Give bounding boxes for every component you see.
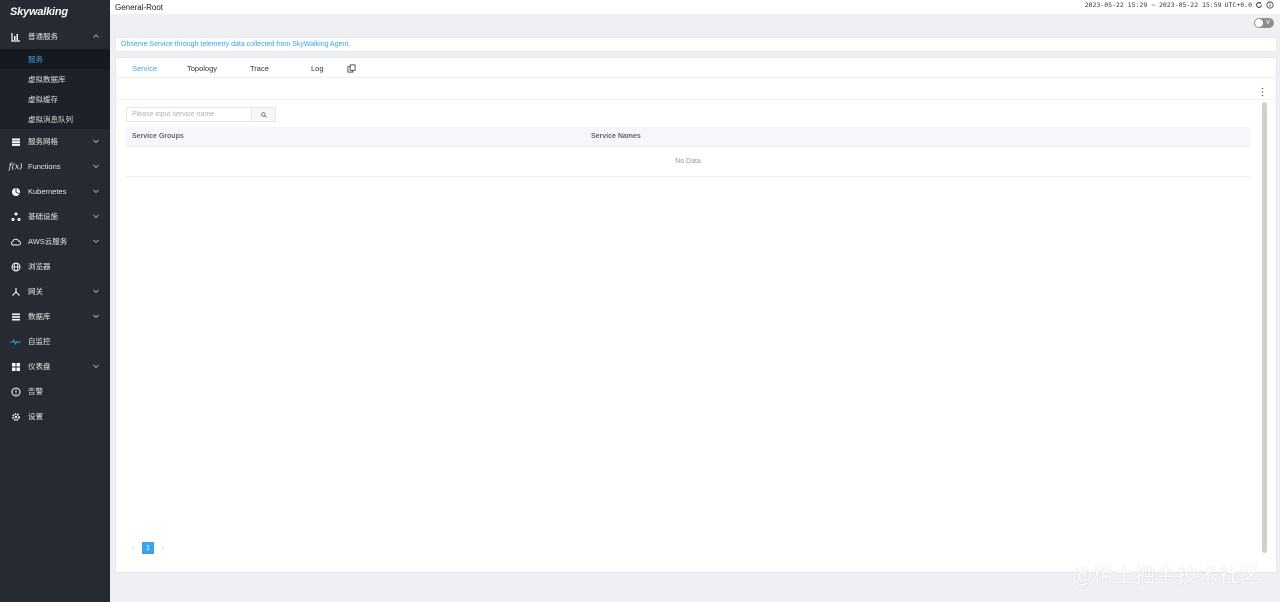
sidebar-item-label: 自监控 [28, 337, 51, 346]
chevron-down-icon [93, 364, 99, 369]
sidebar-subitem-service[interactable]: 服务 [0, 49, 110, 69]
function-icon: f(x) [8, 162, 23, 171]
copy-icon[interactable] [347, 64, 356, 73]
info-icon[interactable] [1266, 1, 1274, 9]
sidebar-item-label: AWS云服务 [28, 237, 68, 246]
sidebar-item-kubernetes[interactable]: Kubernetes [0, 179, 110, 204]
page-title: General-Root [115, 2, 164, 12]
sidebar-subitem-virtual-database[interactable]: 虚拟数据库 [0, 69, 110, 89]
sidebar-item-label: 告警 [28, 387, 43, 396]
sidebar-item-gateway[interactable]: 网关 [0, 279, 110, 304]
sidebar-item-service-mesh[interactable]: 服务网格 [0, 129, 110, 154]
view-mode-toggle[interactable]: V [1254, 18, 1274, 28]
top-bar: General-Root 2023-05-22 15:29 ~ 2023-05-… [110, 0, 1280, 14]
column-header-service-names: Service Names [591, 133, 641, 140]
empty-text: No Data [675, 158, 701, 165]
chevron-down-icon [93, 164, 99, 169]
table-header: Service Groups Service Names [126, 127, 1250, 147]
sidebar-item-self-monitor[interactable]: 自监控 [0, 329, 110, 354]
chevron-down-icon [93, 214, 99, 219]
sidebar-item-label: 基础设施 [28, 212, 58, 221]
sidebar-subitem-virtual-mq[interactable]: 虚拟消息队列 [0, 109, 110, 129]
services-table: Service Groups Service Names No Data [126, 127, 1250, 177]
sidebar-subitem-virtual-cache[interactable]: 虚拟缓存 [0, 89, 110, 109]
sidebar-submenu: 服务 虚拟数据库 虚拟缓存 虚拟消息队列 [0, 49, 110, 129]
toggle-knob [1255, 19, 1263, 27]
sidebar-item-general-service[interactable]: 普通服务 [0, 24, 110, 49]
sidebar-item-functions[interactable]: f(x) Functions [0, 154, 110, 179]
chevron-down-icon [93, 314, 99, 319]
sidebar-item-label: 浏览器 [28, 262, 51, 271]
gateway-icon [10, 286, 21, 297]
layers-icon [10, 136, 21, 147]
tab-bar: Service Topology Trace Log [116, 58, 1276, 78]
sidebar-item-label: 数据库 [28, 312, 51, 321]
chevron-up-icon [93, 34, 99, 38]
sidebar-item-label: Kubernetes [28, 187, 67, 196]
alert-icon [10, 386, 21, 397]
tab-topology[interactable]: Topology [187, 64, 217, 73]
app-logo[interactable]: Skywalking [0, 0, 110, 24]
page-number-current[interactable]: 1 [142, 542, 154, 554]
kubernetes-icon [10, 186, 21, 197]
sidebar-item-aws[interactable]: AWS云服务 [0, 229, 110, 254]
tab-trace[interactable]: Trace [250, 64, 269, 73]
watermark: @稀土掘金技术社区 [1072, 563, 1261, 587]
sidebar-item-label: 设置 [28, 412, 43, 421]
vertical-scrollbar[interactable] [1262, 102, 1267, 553]
cloud-icon [10, 236, 21, 247]
tab-log[interactable]: Log [311, 64, 324, 73]
sidebar-item-label: 普通服务 [28, 32, 58, 41]
sidebar-item-infrastructure[interactable]: 基础设施 [0, 204, 110, 229]
chart-bar-icon [10, 31, 21, 42]
sidebar-item-settings[interactable]: 设置 [0, 404, 110, 429]
tab-service[interactable]: Service [132, 64, 157, 73]
sidebar: Skywalking 普通服务 服务 虚拟数据库 虚拟缓存 虚拟消息队列 服务网… [0, 0, 110, 602]
divider [116, 99, 1276, 100]
sidebar-item-label: 服务网格 [28, 137, 58, 146]
sidebar-item-database[interactable]: 数据库 [0, 304, 110, 329]
time-range-area: 2023-05-22 15:29 ~ 2023-05-22 15:59 UTC+… [1085, 1, 1274, 9]
search-input[interactable] [127, 108, 251, 121]
nodes-icon [10, 211, 21, 222]
logo-text: Skywalking [10, 6, 68, 18]
main-panel: Service Topology Trace Log Service Group… [115, 57, 1277, 573]
chevron-down-icon [93, 289, 99, 294]
pagination: ‹ 1 › [127, 542, 169, 554]
more-options-icon[interactable] [1261, 87, 1264, 97]
chevron-down-icon [93, 139, 99, 144]
refresh-icon[interactable] [1255, 1, 1263, 9]
sidebar-item-alerts[interactable]: 告警 [0, 379, 110, 404]
column-header-service-groups: Service Groups [132, 133, 184, 140]
empty-state: No Data [126, 147, 1250, 177]
sidebar-item-dashboard[interactable]: 仪表盘 [0, 354, 110, 379]
globe-icon [10, 261, 21, 272]
self-monitor-icon [10, 336, 21, 347]
search-icon [260, 111, 267, 118]
sidebar-item-label: Functions [28, 162, 61, 171]
info-banner: Observe Service through telemetry data c… [115, 37, 1277, 52]
chevron-down-icon [93, 239, 99, 244]
prev-page-button[interactable]: ‹ [127, 543, 139, 554]
gear-icon [10, 411, 21, 422]
service-search [126, 107, 276, 122]
dashboard-icon [10, 361, 21, 372]
time-range[interactable]: 2023-05-22 15:29 ~ 2023-05-22 15:59 [1085, 1, 1222, 9]
info-text: Observe Service through telemetry data c… [121, 41, 351, 48]
search-button[interactable] [251, 108, 275, 121]
timezone: UTC+0.0 [1224, 1, 1252, 9]
sidebar-item-label: 仪表盘 [28, 362, 51, 371]
chevron-down-icon [93, 189, 99, 194]
toggle-label: V [1266, 20, 1271, 26]
next-page-button[interactable]: › [157, 543, 169, 554]
database-icon [10, 311, 21, 322]
sidebar-item-label: 网关 [28, 287, 43, 296]
sidebar-item-browser[interactable]: 浏览器 [0, 254, 110, 279]
